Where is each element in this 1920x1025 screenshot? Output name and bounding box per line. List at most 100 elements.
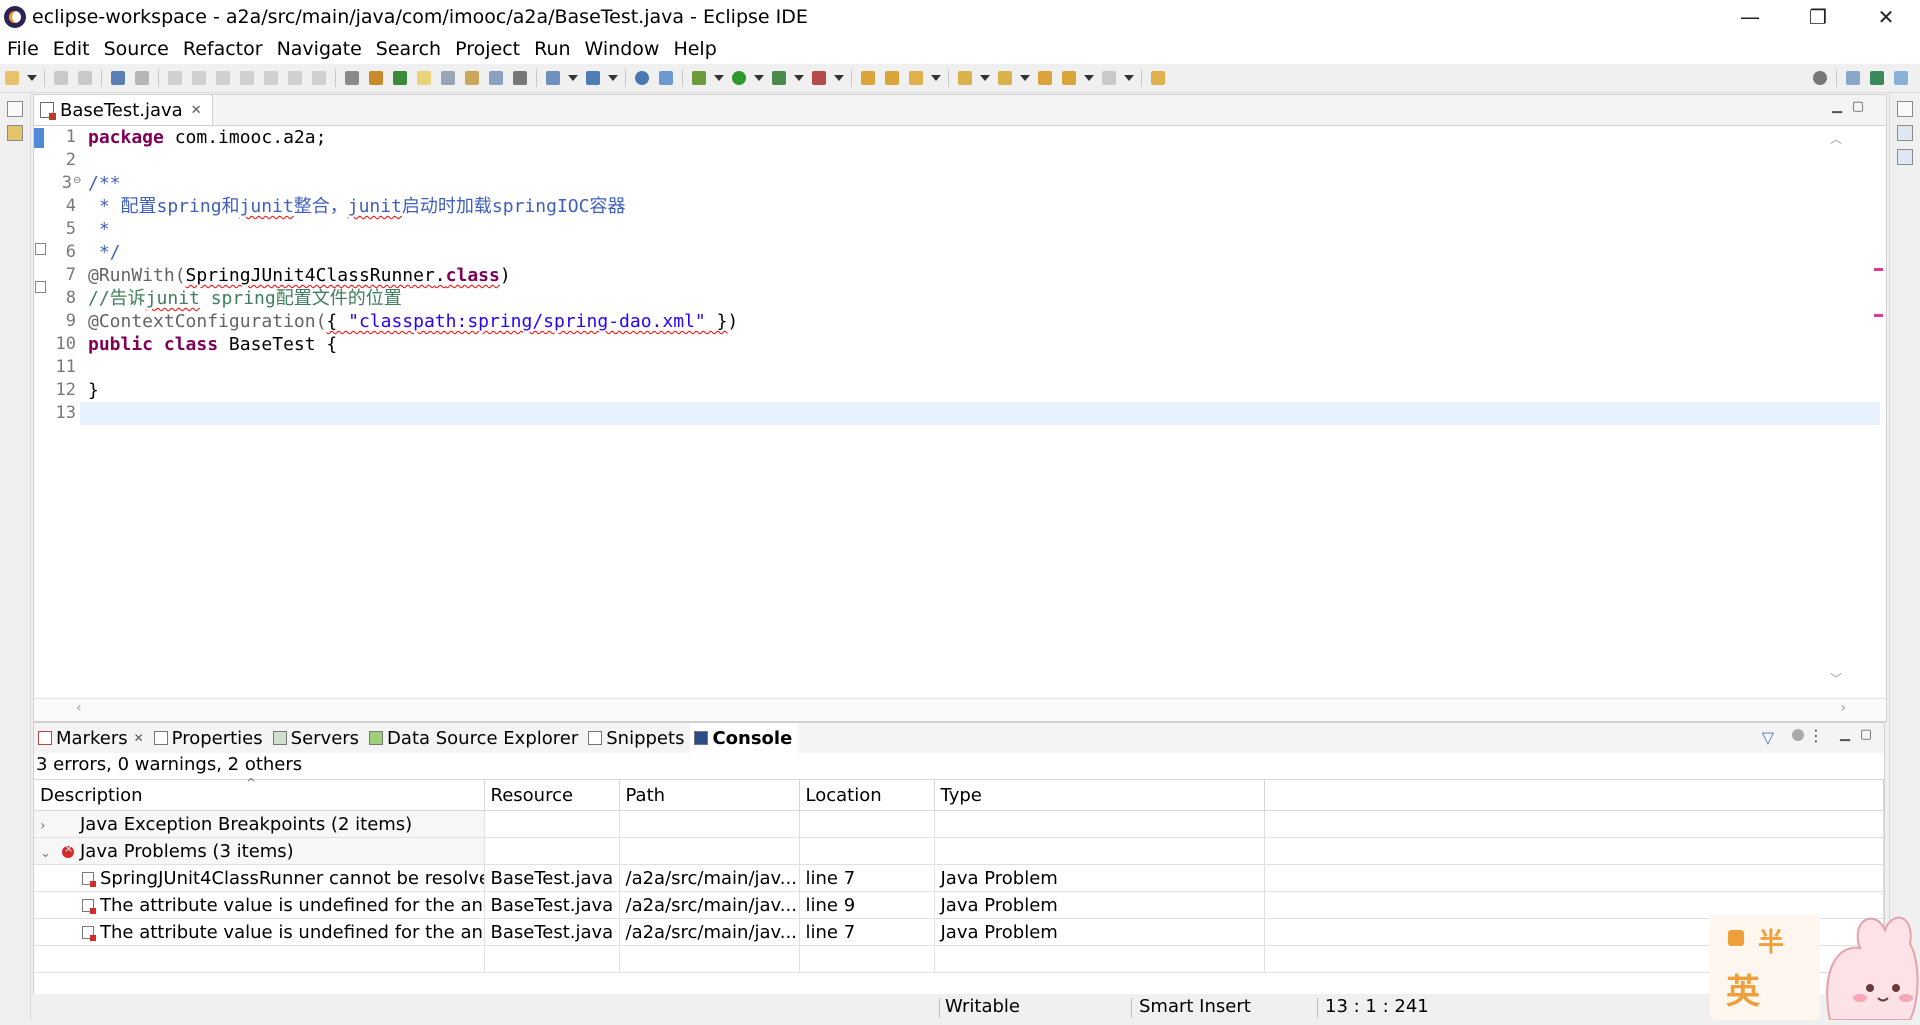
error-marker-icon[interactable] — [35, 243, 46, 255]
tree-group-row[interactable]: › Java Exception Breakpoints (2 items) — [34, 810, 1884, 838]
open-task-icon[interactable] — [885, 71, 899, 85]
tab-data-source-explorer[interactable]: Data Source Explorer — [365, 723, 584, 753]
outline-icon[interactable] — [1897, 125, 1913, 141]
show-whitespace-icon[interactable] — [345, 71, 359, 85]
tab-markers[interactable]: Markers ✕ — [34, 723, 150, 753]
coverage-dropdown-icon[interactable] — [794, 75, 804, 81]
menu-window[interactable]: Window — [578, 38, 667, 60]
step-return-icon[interactable] — [312, 71, 326, 85]
back-dropdown-icon[interactable] — [1084, 75, 1094, 81]
table-row[interactable]: The attribute value is undefined for the… — [34, 918, 1884, 946]
vertical-scrollbar[interactable]: ︿ ﹀ — [1826, 126, 1846, 691]
horizontal-scrollbar[interactable]: ‹ › — [34, 698, 1886, 721]
next-annotation-icon[interactable] — [958, 71, 972, 85]
pilcrow-icon[interactable] — [513, 71, 527, 85]
search-icon[interactable] — [659, 71, 673, 85]
tab-servers[interactable]: Servers — [269, 723, 365, 753]
web-browser-icon[interactable] — [635, 71, 649, 85]
new-server-icon[interactable] — [546, 71, 560, 85]
debug-dropdown-icon[interactable] — [714, 75, 724, 81]
error-overview-marker[interactable] — [1874, 268, 1883, 271]
menu-file[interactable]: File — [0, 38, 46, 60]
new-icon[interactable] — [5, 71, 19, 85]
open-type-icon[interactable] — [861, 71, 875, 85]
block-selection-icon[interactable] — [441, 71, 455, 85]
save-icon[interactable] — [54, 71, 68, 85]
error-marker-icon[interactable] — [35, 281, 46, 293]
close-tab-icon[interactable]: ✕ — [191, 103, 202, 118]
minimize-view-icon[interactable]: ▁ — [1840, 727, 1850, 742]
disconnect-icon[interactable] — [240, 71, 254, 85]
open-console-icon[interactable] — [111, 71, 125, 85]
open-console-icon[interactable] — [1792, 729, 1804, 741]
forward-icon[interactable] — [1102, 71, 1116, 85]
search-file-icon[interactable] — [909, 71, 923, 85]
restore-view-icon[interactable] — [7, 101, 23, 117]
new-class-icon[interactable] — [586, 71, 600, 85]
resume-icon[interactable] — [168, 71, 182, 85]
scroll-right-icon[interactable]: › — [1840, 700, 1846, 716]
java-perspective-icon[interactable] — [1894, 71, 1908, 85]
build-icon[interactable] — [369, 71, 383, 85]
close-window-button[interactable]: ✕ — [1852, 0, 1920, 34]
run-dropdown-icon[interactable] — [754, 75, 764, 81]
restore-view-icon[interactable] — [1897, 101, 1913, 117]
last-edit-icon[interactable] — [1038, 71, 1052, 85]
scroll-up-icon[interactable]: ︿ — [1830, 130, 1842, 147]
back-icon[interactable] — [1062, 71, 1076, 85]
previous-annotation-dropdown-icon[interactable] — [1020, 75, 1030, 81]
previous-annotation-icon[interactable] — [998, 71, 1012, 85]
table-row[interactable]: SpringJUnit4ClassRunner cannot be resolv… — [34, 864, 1884, 892]
mark-occurrences-icon[interactable] — [417, 71, 431, 85]
tab-snippets[interactable]: Snippets — [584, 723, 690, 753]
forward-dropdown-icon[interactable] — [1124, 75, 1134, 81]
chevron-down-icon[interactable]: ⌄ — [40, 846, 62, 861]
menu-search[interactable]: Search — [369, 38, 448, 60]
maximize-editor-icon[interactable]: ▢ — [1852, 99, 1864, 114]
table-row[interactable]: The attribute value is undefined for the… — [34, 891, 1884, 919]
search-dropdown-icon[interactable] — [931, 75, 941, 81]
menu-project[interactable]: Project — [448, 38, 527, 60]
skip-breakpoints-icon[interactable] — [135, 71, 149, 85]
restore-button[interactable]: ❐ — [1784, 0, 1852, 34]
external-tools-icon[interactable] — [812, 71, 826, 85]
new-class-dropdown-icon[interactable] — [608, 75, 618, 81]
annotation-icon[interactable] — [465, 71, 479, 85]
column-header-type[interactable]: Type — [934, 779, 1265, 811]
task-list-icon[interactable] — [1897, 149, 1913, 165]
external-tools-dropdown-icon[interactable] — [834, 75, 844, 81]
run-icon[interactable] — [732, 71, 746, 85]
open-perspective-icon[interactable] — [1846, 71, 1860, 85]
column-header-description[interactable]: Description ^ — [34, 776, 485, 811]
suspend-icon[interactable] — [192, 71, 206, 85]
tab-basetest-java[interactable]: BaseTest.java ✕ — [34, 95, 213, 125]
package-explorer-icon[interactable] — [7, 125, 23, 141]
toggle-breadcrumb-icon[interactable] — [393, 71, 407, 85]
status-insert-mode[interactable]: Smart Insert — [1139, 994, 1251, 1020]
scroll-down-icon[interactable]: ﹀ — [1830, 670, 1842, 687]
column-header-resource[interactable]: Resource — [484, 779, 620, 811]
save-all-icon[interactable] — [78, 71, 92, 85]
coverage-icon[interactable] — [772, 71, 786, 85]
menu-source[interactable]: Source — [97, 38, 176, 60]
tab-properties[interactable]: Properties — [150, 723, 269, 753]
menu-navigate[interactable]: Navigate — [270, 38, 369, 60]
menu-edit[interactable]: Edit — [46, 38, 97, 60]
new-server-dropdown-icon[interactable] — [568, 75, 578, 81]
step-over-icon[interactable] — [288, 71, 302, 85]
minimize-editor-icon[interactable]: ▁ — [1832, 99, 1842, 114]
java-ee-perspective-icon[interactable] — [1870, 71, 1884, 85]
menu-help[interactable]: Help — [666, 38, 723, 60]
code-area[interactable]: 1 2 3 ⊖ 4 5 6 7 8 9 10 11 12 13 package … — [34, 126, 1886, 691]
terminate-icon[interactable] — [216, 71, 230, 85]
pin-editor-icon[interactable] — [1151, 71, 1165, 85]
column-header-path[interactable]: Path — [619, 779, 800, 811]
menu-run[interactable]: Run — [527, 38, 577, 60]
quick-access-search-icon[interactable] — [1813, 71, 1827, 85]
filter-icon[interactable]: ▽ — [1762, 728, 1774, 747]
debug-icon[interactable] — [692, 71, 706, 85]
column-header-location[interactable]: Location — [799, 779, 935, 811]
error-overview-marker[interactable] — [1874, 314, 1883, 317]
view-menu-icon[interactable]: ⋮ — [1808, 726, 1824, 745]
minimize-button[interactable]: — — [1716, 0, 1784, 34]
